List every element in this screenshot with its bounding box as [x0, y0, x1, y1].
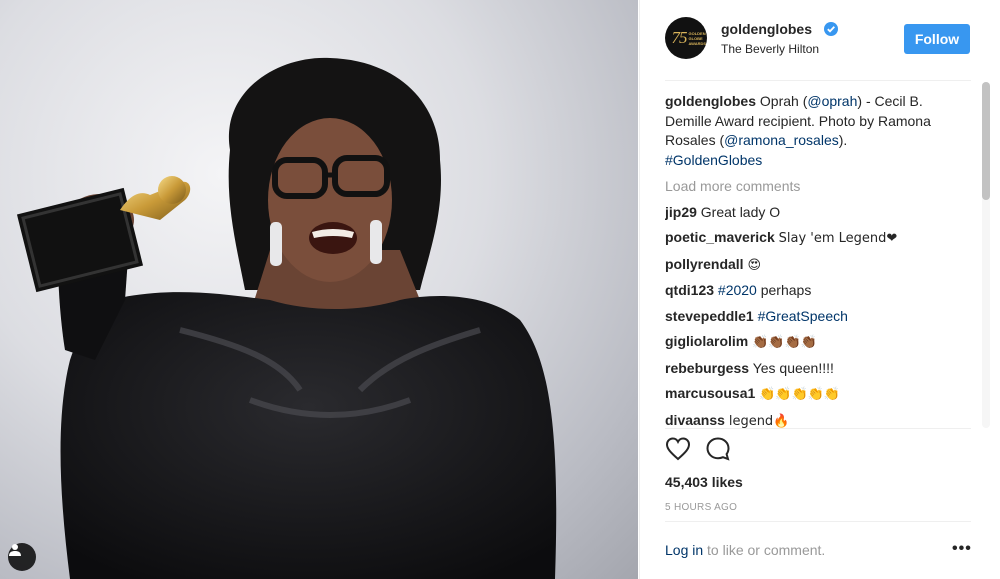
more-options-icon[interactable]: ••• — [952, 540, 972, 558]
post-location[interactable]: The Beverly Hilton — [721, 42, 819, 56]
comment-item: divaanss legend🔥 — [665, 411, 971, 429]
post-details-panel: 75 GOLDEN GLOBE AWARDS goldenglobes The … — [639, 0, 1000, 579]
post-photo[interactable] — [0, 0, 638, 579]
comment-text: legend🔥 — [728, 413, 790, 429]
comment-item: qtdi123 #2020 perhaps — [665, 281, 971, 301]
comments-scrollbar-thumb[interactable] — [982, 82, 990, 200]
login-link[interactable]: Log in — [665, 542, 703, 558]
post-photo-illustration — [16, 57, 557, 579]
comment-item: jip29 Great lady O — [665, 203, 971, 223]
comment-text: Slay 'em Legend❤ — [778, 231, 898, 246]
comment-hashtag[interactable]: #GreatSpeech — [758, 308, 848, 324]
post-username[interactable]: goldenglobes — [721, 21, 812, 37]
action-bar — [665, 436, 731, 464]
comment-item: rebeburgess Yes queen!!!! — [665, 359, 971, 379]
login-prompt-text: to like or comment. — [703, 542, 826, 558]
user-tag-icon — [9, 544, 21, 556]
comment-username[interactable]: jip29 — [665, 204, 697, 220]
login-prompt: Log in to like or comment. — [665, 542, 825, 558]
caption-text: Oprah ( — [756, 93, 808, 109]
comment-text: 😍 — [747, 257, 762, 273]
comment-item: marcusousa1 👏👏👏👏👏 — [665, 384, 971, 405]
avatar-subtext: GOLDEN GLOBE AWARDS — [688, 30, 707, 46]
comment-username[interactable]: marcusousa1 — [665, 385, 755, 401]
avatar-text: 75 — [671, 28, 688, 47]
comment-item: stevepeddle1 #GreatSpeech — [665, 307, 971, 327]
comment-text: perhaps — [756, 282, 812, 298]
comments-divider — [665, 428, 971, 429]
caption-hashtag[interactable]: #GoldenGlobes — [665, 152, 762, 168]
comment-username[interactable]: qtdi123 — [665, 282, 714, 298]
post-timestamp: 5 HOURS AGO — [665, 502, 738, 513]
post-header: 75 GOLDEN GLOBE AWARDS goldenglobes The … — [640, 0, 1000, 80]
comment-text: Great lady O — [700, 203, 781, 220]
comment-username[interactable]: divaanss — [665, 412, 725, 428]
likes-count[interactable]: 45,403 likes — [665, 474, 743, 490]
comment-item: pollyrendall 😍 — [665, 255, 971, 276]
post-caption: goldenglobes Oprah (@oprah) - Cecil B. D… — [665, 92, 971, 170]
comment-text: 👏👏👏👏👏 — [759, 387, 841, 402]
comment-text: 👏🏾👏🏾👏🏾👏🏾 — [752, 335, 817, 350]
caption-mention-oprah[interactable]: @oprah — [807, 93, 857, 109]
comment-bubble-icon[interactable] — [705, 436, 731, 462]
comment-username[interactable]: rebeburgess — [665, 360, 749, 376]
header-divider — [665, 80, 971, 81]
comments-list[interactable]: goldenglobes Oprah (@oprah) - Cecil B. D… — [665, 92, 971, 428]
comment-item: gigliolarolim 👏🏾👏🏾👏🏾👏🏾 — [665, 332, 971, 353]
follow-button[interactable]: Follow — [904, 24, 970, 54]
load-more-comments-button[interactable]: Load more comments — [665, 177, 971, 197]
comment-username[interactable]: pollyrendall — [665, 256, 744, 272]
comment-username[interactable]: gigliolarolim — [665, 333, 748, 349]
heart-icon[interactable] — [665, 436, 691, 462]
footer-divider — [665, 521, 971, 522]
avatar[interactable]: 75 GOLDEN GLOBE AWARDS — [665, 17, 707, 59]
comment-text: Yes queen!!!! — [752, 359, 834, 376]
comment-username[interactable]: stevepeddle1 — [665, 308, 754, 324]
comment-hashtag[interactable]: #2020 — [718, 282, 757, 298]
comment-item: poetic_maverick Slay 'em Legend❤ — [665, 228, 971, 249]
user-tag-button[interactable] — [8, 543, 36, 571]
comment-username[interactable]: poetic_maverick — [665, 229, 775, 245]
caption-username[interactable]: goldenglobes — [665, 93, 756, 109]
caption-text-end: ). — [838, 132, 848, 148]
verified-badge-icon — [824, 22, 838, 36]
caption-mention-ramona[interactable]: @ramona_rosales — [724, 132, 839, 148]
